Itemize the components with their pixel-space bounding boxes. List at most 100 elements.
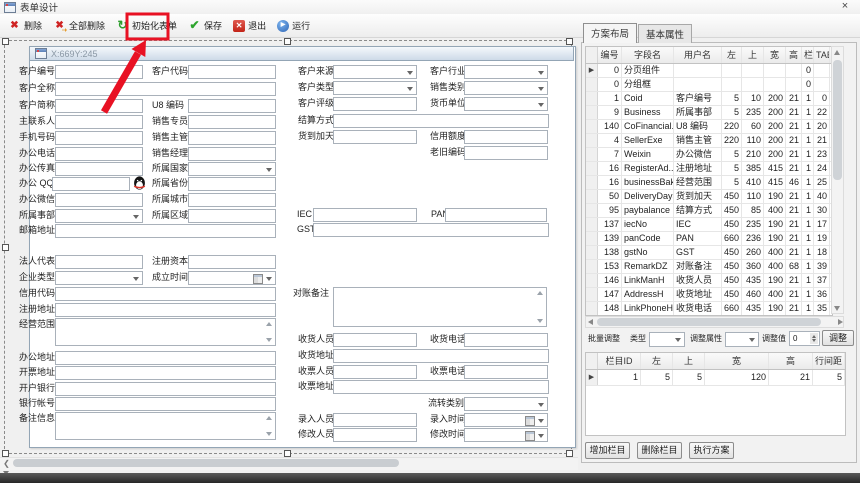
- form-select-field[interactable]: [464, 97, 548, 111]
- grid-cell[interactable]: 办公微信: [674, 148, 722, 161]
- form-select-field[interactable]: [333, 65, 417, 79]
- scrollbar-thumb[interactable]: [833, 60, 842, 180]
- grid-cell[interactable]: 60: [742, 120, 764, 133]
- row-selector[interactable]: [586, 232, 598, 245]
- form-text-field[interactable]: [333, 349, 549, 363]
- grid-cell[interactable]: 1: [802, 232, 814, 245]
- form-select-field[interactable]: [464, 397, 548, 411]
- grid-cell[interactable]: DeliveryDays: [622, 190, 674, 203]
- form-select-field[interactable]: [464, 81, 548, 95]
- grid-cell[interactable]: 对账备注: [674, 260, 722, 273]
- grid-cell[interactable]: 17: [814, 218, 830, 231]
- grid-cell[interactable]: 收货电话: [674, 302, 722, 315]
- grid-cell[interactable]: 190: [764, 274, 786, 287]
- adjust-button[interactable]: 调整: [822, 330, 854, 346]
- grid-cell[interactable]: 1: [802, 120, 814, 133]
- form-textarea-field[interactable]: [333, 287, 547, 327]
- scrollbar-thumb[interactable]: [597, 318, 821, 326]
- grid-cell[interactable]: 5: [722, 148, 742, 161]
- form-text-field[interactable]: [333, 428, 417, 442]
- form-date-field[interactable]: [464, 413, 548, 427]
- scrollbar-thumb[interactable]: [13, 459, 399, 467]
- form-text-field[interactable]: [55, 193, 143, 207]
- row-selector[interactable]: [586, 260, 598, 273]
- grid-cell[interactable]: 5: [722, 162, 742, 175]
- grid-cell[interactable]: 450: [722, 288, 742, 301]
- form-text-field[interactable]: [55, 351, 276, 365]
- grid-cell[interactable]: 30: [814, 204, 830, 217]
- grid-cell[interactable]: 435: [742, 274, 764, 287]
- grid-cell[interactable]: 9: [598, 106, 622, 119]
- grid-cell[interactable]: 450: [722, 204, 742, 217]
- current-row-indicator[interactable]: ▶: [586, 64, 598, 77]
- grid-cell[interactable]: 400: [764, 288, 786, 301]
- form-text-field[interactable]: [55, 287, 276, 301]
- grid-column-header[interactable]: 字段名: [622, 47, 674, 63]
- grid-cell[interactable]: 200: [764, 106, 786, 119]
- type-select[interactable]: [649, 332, 685, 347]
- grid-cell[interactable]: 10: [742, 92, 764, 105]
- row-selector[interactable]: [586, 162, 598, 175]
- grid-cell[interactable]: 200: [764, 148, 786, 161]
- execute-plan-button[interactable]: 执行方案: [689, 442, 734, 459]
- grid-cell[interactable]: 21: [786, 246, 802, 259]
- grid-cell[interactable]: 21: [769, 370, 813, 385]
- grid-cell[interactable]: 1: [802, 134, 814, 147]
- form-text-field[interactable]: [464, 333, 548, 347]
- grid-cell[interactable]: Coid: [622, 92, 674, 105]
- row-selector[interactable]: [586, 204, 598, 217]
- grid-cell[interactable]: 21: [786, 120, 802, 133]
- grid-cell[interactable]: 收货人员: [674, 274, 722, 287]
- grid-row[interactable]: 16RegisterAd...注册地址538541521124: [586, 162, 832, 176]
- grid-cell[interactable]: [742, 78, 764, 91]
- grid-cell[interactable]: 23: [814, 148, 830, 161]
- grid-cell[interactable]: 147: [598, 288, 622, 301]
- form-select-field[interactable]: [55, 271, 143, 285]
- grid-cell[interactable]: [786, 78, 802, 91]
- grid-cell[interactable]: 5: [722, 176, 742, 189]
- form-text-field[interactable]: [55, 303, 276, 317]
- scroll-up-icon[interactable]: [537, 291, 543, 295]
- grid-cell[interactable]: 36: [814, 288, 830, 301]
- grid-cell[interactable]: 220: [722, 134, 742, 147]
- grid-cell[interactable]: 450: [722, 190, 742, 203]
- grid-cell[interactable]: 所属事部: [674, 106, 722, 119]
- grid-cell[interactable]: 1: [802, 302, 814, 315]
- grid-cell[interactable]: 37: [814, 274, 830, 287]
- form-text-field[interactable]: [55, 65, 143, 79]
- grid-cell[interactable]: 16: [598, 176, 622, 189]
- grid-cell[interactable]: 110: [742, 190, 764, 203]
- grid-cell[interactable]: SellerExe: [622, 134, 674, 147]
- grid-cell[interactable]: 4: [598, 134, 622, 147]
- grid-cell[interactable]: 360: [742, 260, 764, 273]
- form-text-field[interactable]: [333, 97, 417, 111]
- grid-column-header[interactable]: TAB: [814, 47, 830, 63]
- grid-cell[interactable]: 5: [722, 106, 742, 119]
- scroll-down-icon[interactable]: [537, 319, 543, 323]
- grid-cell[interactable]: 68: [786, 260, 802, 273]
- grid-cell[interactable]: [674, 64, 722, 77]
- grid-cell[interactable]: [742, 64, 764, 77]
- grid-column-header[interactable]: 行间距: [813, 353, 845, 369]
- grid-cell[interactable]: 120: [705, 370, 769, 385]
- grid-cell[interactable]: 190: [764, 190, 786, 203]
- form-text-field[interactable]: [333, 130, 417, 144]
- grid-cell[interactable]: [674, 78, 722, 91]
- grid-cell[interactable]: 1: [802, 148, 814, 161]
- grid-cell[interactable]: RemarkDZ: [622, 260, 674, 273]
- grid-cell[interactable]: 注册地址: [674, 162, 722, 175]
- grid-cell[interactable]: 分组框: [622, 78, 674, 91]
- grid-cell[interactable]: 400: [764, 204, 786, 217]
- grid-cell[interactable]: 146: [598, 274, 622, 287]
- grid-cell[interactable]: 0: [814, 92, 830, 105]
- current-row-indicator[interactable]: ▶: [586, 370, 598, 385]
- grid-cell[interactable]: CoFinancial...: [622, 120, 674, 133]
- grid-cell[interactable]: panCode: [622, 232, 674, 245]
- grid-cell[interactable]: 1: [802, 106, 814, 119]
- grid-cell[interactable]: 148: [598, 302, 622, 315]
- grid-cell[interactable]: 5: [813, 370, 845, 385]
- grid-row[interactable]: 148LinkPhoneH收货电话66043519021135: [586, 302, 832, 316]
- scroll-down-icon[interactable]: [834, 306, 840, 311]
- grid-cell[interactable]: 18: [814, 246, 830, 259]
- form-date-field[interactable]: [188, 271, 276, 285]
